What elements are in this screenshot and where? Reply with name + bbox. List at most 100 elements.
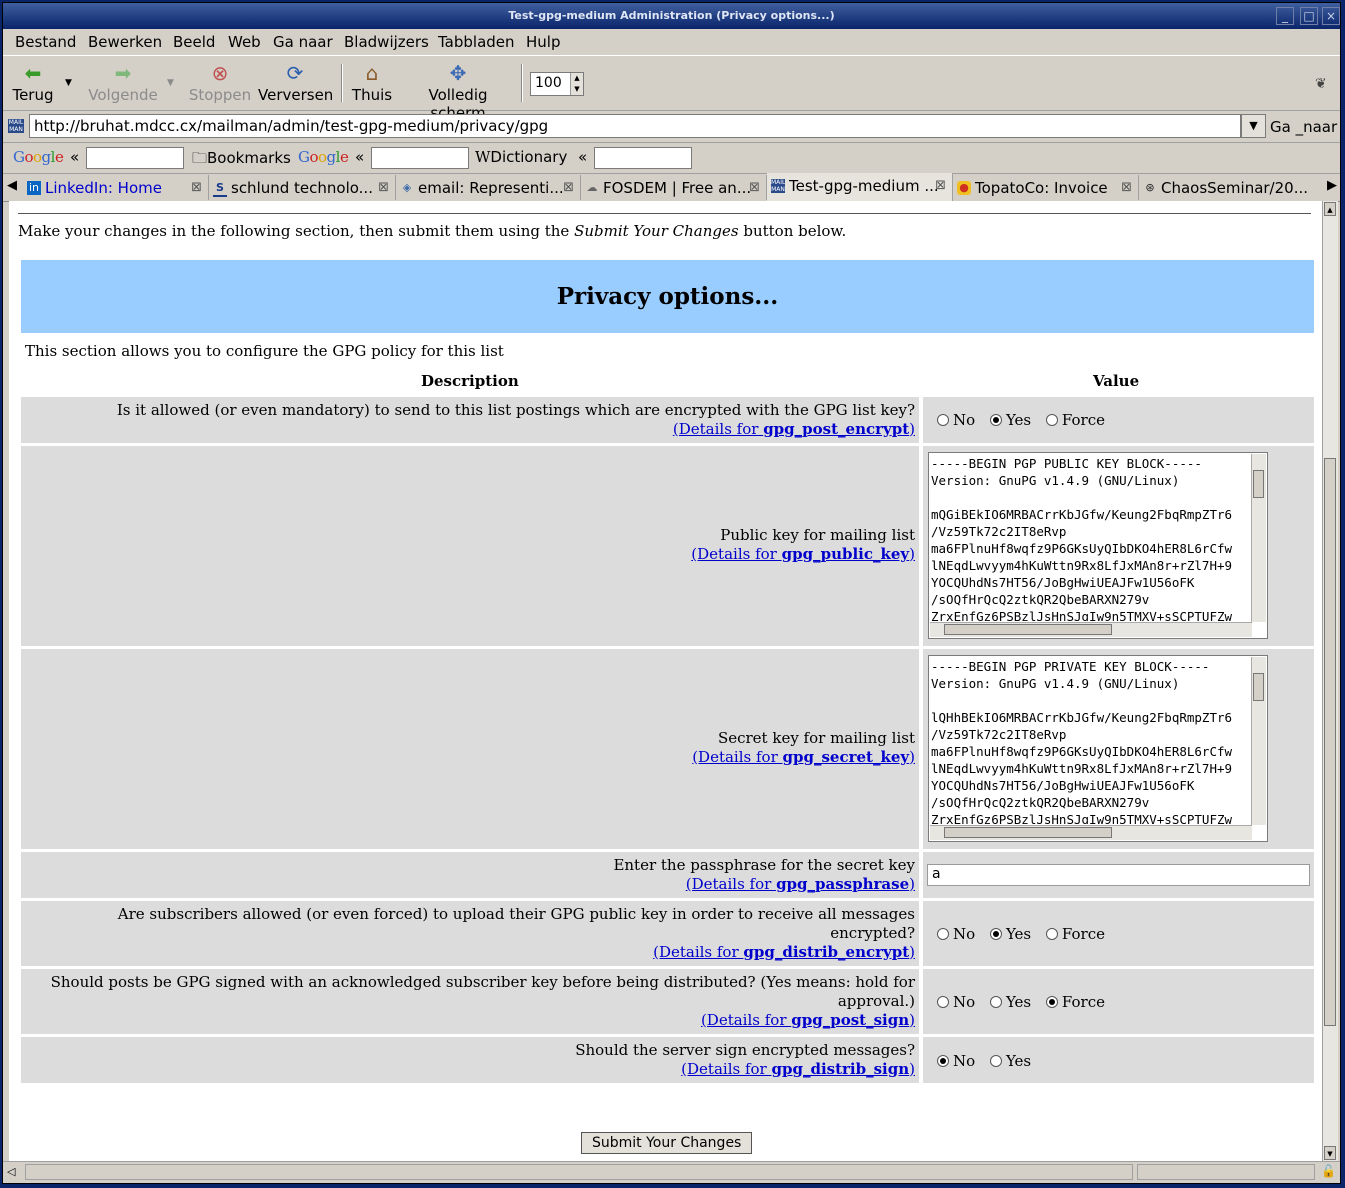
forward-button[interactable]: ➡ Volgende <box>85 62 161 104</box>
tab-schlund[interactable]: S schlund technolo... ⊠ <box>209 175 396 200</box>
close-button[interactable]: × <box>1322 7 1340 25</box>
back-history-dropdown-icon[interactable]: ▼ <box>65 78 72 88</box>
radio-no[interactable]: No <box>937 925 975 943</box>
mailman-icon: MAIL MAN <box>771 179 786 193</box>
value-cell: No Yes Force <box>923 969 1314 1034</box>
description-cell: Should posts be GPG signed with an ackno… <box>21 969 919 1034</box>
google-search-icon: Google <box>298 148 349 166</box>
submit-changes-button[interactable]: Submit Your Changes <box>581 1132 753 1154</box>
back-button[interactable]: ⬅ Terug <box>11 62 55 104</box>
dictionary-button[interactable]: WDictionary <box>475 148 567 166</box>
option-row-distrib-sign: Should the server sign encrypted message… <box>21 1037 1314 1083</box>
tab-topatoco[interactable]: ● TopatoCo: Invoice ⊠ <box>953 175 1139 200</box>
tab-scroll-right-icon[interactable]: ▶ <box>1327 178 1337 193</box>
details-link[interactable]: (Details for gpg_secret_key) <box>692 748 915 766</box>
value-cell: No Yes Force <box>923 397 1314 443</box>
option-description: Are subscribers allowed (or even forced)… <box>117 905 915 961</box>
google-search-input-2[interactable] <box>371 147 469 169</box>
textarea-horizontal-scrollbar[interactable] <box>930 622 1252 637</box>
go-button[interactable]: Ga _naar <box>1270 118 1337 136</box>
page-vertical-scrollbar[interactable]: ▲ ▼ <box>1322 201 1338 1161</box>
close-tab-icon[interactable]: ⊠ <box>563 180 574 195</box>
details-link[interactable]: (Details for gpg_post_encrypt) <box>673 420 915 438</box>
radio-force[interactable]: Force <box>1045 993 1105 1011</box>
zoom-stepper[interactable]: 100 ▲ ▼ <box>530 72 584 96</box>
menu-bewerken[interactable]: Bewerken <box>88 33 162 51</box>
google-chevron[interactable]: « <box>70 148 79 166</box>
menu-hulp[interactable]: Hulp <box>526 33 560 51</box>
scroll-up-icon[interactable]: ▲ <box>1324 202 1336 216</box>
textarea-vertical-scrollbar[interactable] <box>1251 657 1266 825</box>
bookmarks-button[interactable]: 🗀Bookmarks <box>192 148 291 173</box>
home-button[interactable]: ⌂ Thuis <box>351 62 393 104</box>
title-bar: Test-gpg-medium Administration (Privacy … <box>3 3 1340 29</box>
scrollbar-thumb[interactable] <box>1324 458 1336 1026</box>
option-row-post-sign: Should posts be GPG signed with an ackno… <box>21 969 1314 1034</box>
tab-scroll-left-icon[interactable]: ◀ <box>7 178 17 193</box>
url-history-dropdown-icon[interactable]: ▼ <box>1241 114 1266 138</box>
zoom-value: 100 <box>535 75 562 91</box>
tab-label: email: Representi... <box>418 179 564 197</box>
textarea-vertical-scrollbar[interactable] <box>1251 454 1266 622</box>
description-cell: Public key for mailing list (Details for… <box>21 446 919 646</box>
radio-force[interactable]: Force <box>1045 411 1105 429</box>
topatoco-icon: ● <box>957 181 971 195</box>
details-link[interactable]: (Details for gpg_post_sign) <box>701 1011 915 1029</box>
zoom-spin-icon[interactable]: ▲ ▼ <box>570 73 583 95</box>
textarea-horizontal-scrollbar[interactable] <box>930 825 1252 840</box>
radio-yes[interactable]: Yes <box>989 925 1031 943</box>
bookmarks-label: Bookmarks <box>207 149 291 167</box>
tab-email[interactable]: ◈ email: Representi... ⊠ <box>396 175 581 200</box>
minimize-button[interactable]: _ <box>1276 7 1294 25</box>
back-arrow-icon: ⬅ <box>24 61 42 85</box>
description-cell: Secret key for mailing list (Details for… <box>21 649 919 849</box>
public-key-textarea[interactable]: -----BEGIN PGP PUBLIC KEY BLOCK----- Ver… <box>928 452 1268 639</box>
radio-yes[interactable]: Yes <box>989 411 1031 429</box>
stop-button[interactable]: ⊗ Stoppen <box>188 62 252 104</box>
menu-bladwijzers[interactable]: Bladwijzers <box>344 33 429 51</box>
tab-label: Test-gpg-medium ... <box>789 177 939 195</box>
menu-beeld[interactable]: Beeld <box>173 33 215 51</box>
details-link[interactable]: (Details for gpg_public_key) <box>691 545 915 563</box>
secret-key-textarea[interactable]: -----BEGIN PGP PRIVATE KEY BLOCK----- Ve… <box>928 655 1268 842</box>
tab-chaosseminar[interactable]: ⊛ ChaosSeminar/20... <box>1139 175 1325 200</box>
radio-no[interactable]: No <box>937 993 975 1011</box>
details-link[interactable]: (Details for gpg_distrib_encrypt) <box>653 943 915 961</box>
close-tab-icon[interactable]: ⊠ <box>191 180 202 195</box>
dictionary-chevron[interactable]: « <box>578 148 587 166</box>
dictionary-input[interactable] <box>594 147 692 169</box>
google-search-input[interactable] <box>86 147 184 169</box>
close-tab-icon[interactable]: ⊠ <box>935 178 946 193</box>
option-description: Should the server sign encrypted message… <box>575 1041 915 1078</box>
forward-history-dropdown-icon[interactable]: ▼ <box>167 78 174 88</box>
radio-yes[interactable]: Yes <box>989 1052 1031 1070</box>
radio-force[interactable]: Force <box>1045 925 1105 943</box>
close-tab-icon[interactable]: ⊠ <box>749 180 760 195</box>
details-link[interactable]: (Details for gpg_distrib_sign) <box>681 1060 915 1078</box>
tab-linkedin[interactable]: in LinkedIn: Home ⊠ <box>23 175 209 200</box>
radio-yes[interactable]: Yes <box>989 993 1031 1011</box>
radio-no[interactable]: No <box>937 1052 975 1070</box>
menu-web[interactable]: Web <box>228 33 261 51</box>
window-title: Test-gpg-medium Administration (Privacy … <box>508 9 835 22</box>
option-description: Is it allowed (or even mandatory) to sen… <box>116 401 915 438</box>
tab-fosdem[interactable]: ☁ FOSDEM | Free an... ⊠ <box>581 175 767 200</box>
tab-label: FOSDEM | Free an... <box>603 179 752 197</box>
menu-bestand[interactable]: Bestand <box>15 33 76 51</box>
tab-test-gpg-medium[interactable]: MAIL MAN Test-gpg-medium ... ⊠ <box>767 173 953 201</box>
url-input[interactable]: http://bruhat.mdcc.cx/mailman/admin/test… <box>29 114 1241 138</box>
passphrase-input[interactable]: a <box>927 864 1310 886</box>
google-chevron-2[interactable]: « <box>355 148 364 166</box>
details-link[interactable]: (Details for gpg_passphrase) <box>686 875 915 893</box>
radio-no[interactable]: No <box>937 411 975 429</box>
forward-label: Volgende <box>88 86 158 104</box>
scroll-down-icon[interactable]: ▼ <box>1324 1146 1336 1160</box>
close-tab-icon[interactable]: ⊠ <box>1121 180 1132 195</box>
menu-tabbladen[interactable]: Tabbladen <box>438 33 515 51</box>
tab-bar: ◀ in LinkedIn: Home ⊠ S schlund technolo… <box>3 173 1340 202</box>
close-tab-icon[interactable]: ⊠ <box>378 180 389 195</box>
maximize-button[interactable]: □ <box>1300 7 1318 25</box>
menu-ga-naar[interactable]: Ga naar <box>273 33 333 51</box>
reload-button[interactable]: ⟳ Verversen <box>258 62 333 104</box>
option-row-public-key: Public key for mailing list (Details for… <box>21 446 1314 646</box>
